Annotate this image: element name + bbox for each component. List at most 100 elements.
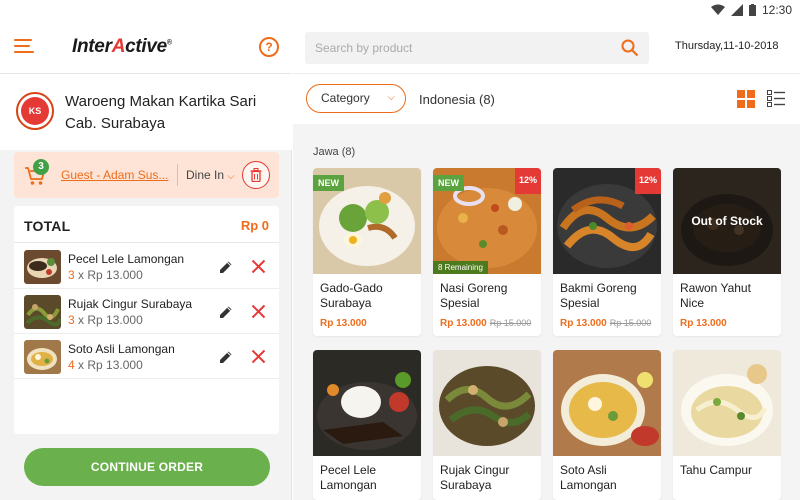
remaining-badge: 8 Remaining — [433, 261, 488, 274]
product-card[interactable]: Soto Asli Lamongan — [553, 350, 661, 500]
out-of-stock-overlay: Out of Stock — [673, 168, 781, 274]
product-image: NEW — [313, 168, 421, 274]
product-name: Bakmi Goreng Spesial — [560, 281, 637, 310]
product-image: 12% — [553, 168, 661, 274]
grid-view-icon[interactable] — [737, 90, 755, 108]
store-name: Waroeng Makan Kartika Sari Cab. Surabaya — [65, 93, 257, 132]
close-icon[interactable] — [251, 349, 266, 364]
product-card[interactable]: Pecel Lele Lamongan — [313, 350, 421, 500]
new-badge: NEW — [313, 175, 344, 191]
product-price: Rp 13.000 Rp 15.000 — [440, 318, 532, 329]
list-view-icon[interactable] — [767, 90, 785, 108]
help-button[interactable]: ? — [259, 37, 279, 57]
chevron-down-icon: ⌵ — [387, 92, 395, 103]
order-item-qty: 3 x Rp 13.000 — [68, 268, 143, 282]
order-item-thumbnail — [24, 295, 61, 329]
total-value: Rp 0 — [240, 218, 269, 233]
dine-mode-dropdown[interactable]: Dine In ⌵ — [186, 168, 235, 182]
continue-order-button[interactable]: CONTINUE ORDER — [24, 448, 270, 486]
chevron-down-icon: ⌵ — [227, 171, 235, 182]
product-name: Pecel Lele Lamongan — [320, 463, 377, 492]
product-name: Gado-Gado Surabaya — [320, 281, 383, 310]
order-summary: TOTAL Rp 0 Pecel Lele Lamongan 3 x Rp 13… — [14, 206, 279, 434]
product-old-price: Rp 15.000 — [489, 318, 532, 328]
order-item-qty: 3 x Rp 13.000 — [68, 313, 143, 327]
dine-mode-label: Dine In — [186, 168, 225, 182]
product-image — [433, 350, 541, 456]
category-dropdown[interactable]: Category ⌵ — [306, 84, 406, 113]
total-label: TOTAL — [24, 218, 71, 234]
product-image — [673, 350, 781, 456]
app-logo: InterActive® — [72, 36, 172, 57]
edit-icon[interactable] — [219, 350, 233, 364]
product-image — [553, 350, 661, 456]
new-badge: NEW — [433, 175, 464, 191]
close-icon[interactable] — [251, 304, 266, 319]
app-header: InterActive® ? — [0, 22, 292, 74]
divider — [293, 73, 800, 74]
product-name: Nasi Goreng Spesial — [440, 281, 508, 310]
status-bar: 12:30 — [0, 0, 800, 22]
edit-icon[interactable] — [219, 260, 233, 274]
search-icon[interactable] — [621, 39, 639, 57]
product-card[interactable]: Rujak Cingur Surabaya — [433, 350, 541, 500]
cart-count-badge: 3 — [33, 159, 49, 175]
search-bar — [305, 32, 649, 64]
menu-line — [14, 45, 30, 47]
product-card[interactable]: Tahu Campur — [673, 350, 781, 500]
product-card[interactable]: 12% Bakmi Goreng Spesial Rp 13.000 Rp 15.… — [553, 168, 661, 336]
product-price: Rp 13.000 Rp 15.000 — [560, 318, 652, 329]
product-image: NEW 12% 8 Remaining — [433, 168, 541, 274]
wifi-icon — [710, 4, 725, 15]
order-item-name: Pecel Lele Lamongan — [68, 252, 185, 266]
product-card[interactable]: Out of Stock Rawon Yahut Nice Rp 13.000 — [673, 168, 781, 336]
divider — [177, 164, 178, 186]
order-item-qty: 4 x Rp 13.000 — [68, 358, 143, 372]
close-icon[interactable] — [251, 259, 266, 274]
product-price: Rp 13.000 — [680, 318, 727, 329]
discount-badge: 12% — [515, 168, 541, 194]
product-card[interactable]: NEW 12% 8 Remaining Nasi Goreng Spesial … — [433, 168, 541, 336]
trash-icon — [250, 168, 262, 182]
clear-order-button[interactable] — [242, 161, 270, 189]
status-icons: 12:30 — [710, 3, 792, 17]
search-input[interactable] — [315, 38, 615, 58]
product-name: Rawon Yahut Nice — [680, 281, 751, 310]
product-image: Out of Stock — [673, 168, 781, 274]
product-card[interactable]: NEW Gado-Gado Surabaya Rp 13.000 — [313, 168, 421, 336]
order-item-thumbnail — [24, 340, 61, 374]
store-logo-mark: KS — [21, 97, 49, 125]
discount-badge: 12% — [635, 168, 661, 194]
product-price: Rp 13.000 — [320, 318, 367, 329]
order-item[interactable]: Pecel Lele Lamongan 3 x Rp 13.000 — [14, 244, 279, 289]
order-bar: 3 Guest - Adam Sus... Dine In ⌵ — [14, 152, 279, 198]
store-logo: KS — [16, 92, 54, 130]
signal-icon — [730, 4, 743, 16]
menu-line — [14, 51, 34, 53]
order-item-name: Rujak Cingur Surabaya — [68, 297, 193, 311]
product-image — [313, 350, 421, 456]
product-old-price: Rp 15.000 — [609, 318, 652, 328]
battery-icon — [748, 4, 756, 16]
product-name: Tahu Campur — [680, 463, 753, 477]
store-info: KS Waroeng Makan Kartika Sari Cab. Surab… — [0, 74, 292, 150]
catalog-header: Thursday,11-10-2018 Category ⌵ Indonesia… — [293, 22, 800, 124]
section-label: Jawa (8) — [313, 146, 356, 158]
menu-line — [14, 39, 32, 41]
order-item[interactable]: Rujak Cingur Surabaya 3 x Rp 13.000 — [14, 289, 279, 334]
product-name: Rujak Cingur Surabaya — [440, 463, 510, 492]
order-item-name: Soto Asli Lamongan — [68, 342, 175, 356]
order-panel: InterActive® ? KS Waroeng Makan Kartika … — [0, 22, 292, 500]
category-label: Category — [321, 91, 370, 105]
guest-customer-link[interactable]: Guest - Adam Sus... — [61, 168, 168, 182]
current-date: Thursday,11-10-2018 — [675, 40, 779, 52]
catalog-panel: Thursday,11-10-2018 Category ⌵ Indonesia… — [293, 22, 800, 500]
order-item-thumbnail — [24, 250, 61, 284]
order-item[interactable]: Soto Asli Lamongan 4 x Rp 13.000 — [14, 334, 279, 379]
edit-icon[interactable] — [219, 305, 233, 319]
menu-button[interactable] — [14, 39, 34, 55]
divider — [14, 242, 279, 243]
current-category: Indonesia (8) — [419, 92, 495, 107]
product-name: Soto Asli Lamongan — [560, 463, 617, 492]
status-time: 12:30 — [761, 3, 792, 17]
